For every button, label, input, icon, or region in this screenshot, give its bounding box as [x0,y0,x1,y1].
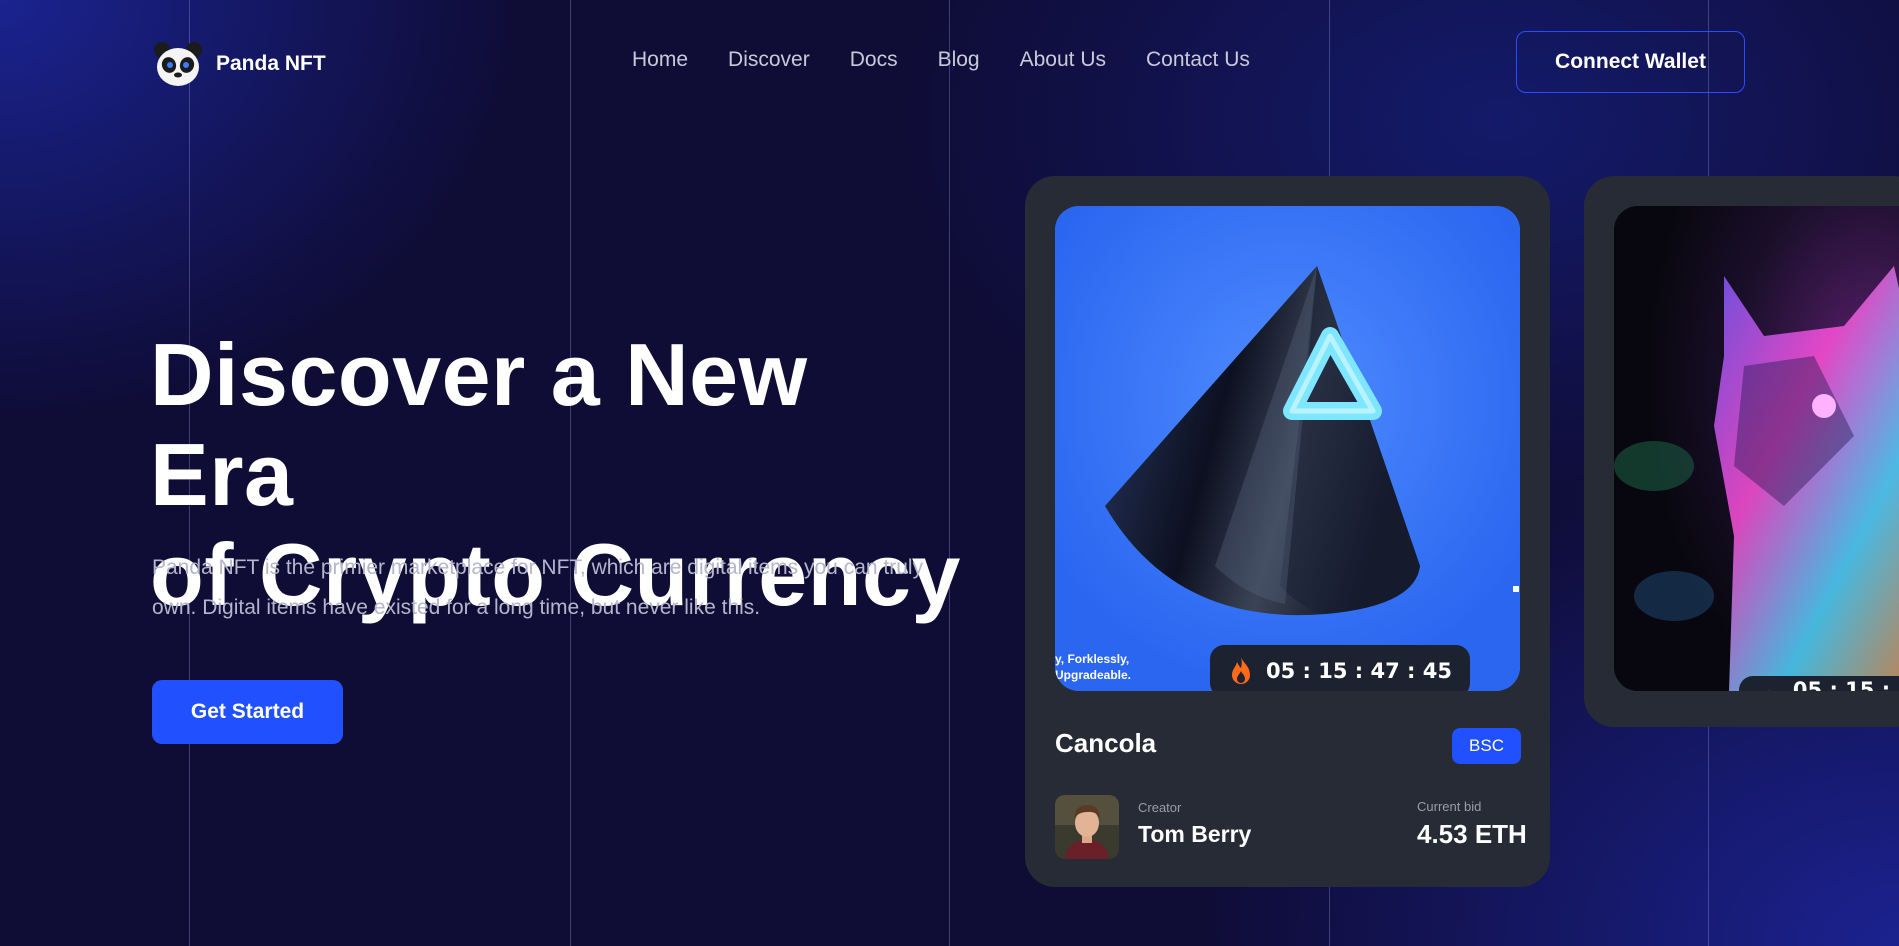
brand-name: Panda NFT [216,52,326,75]
current-bid-value: 4.53 ETH [1417,819,1527,849]
fire-icon [1232,657,1250,684]
countdown-timer: 05 : 15 : 47 [1739,676,1899,691]
artwork-caption: y, Forklessly, Upgradeable. [1055,651,1131,683]
nft-title: Cancola [1055,728,1157,758]
main-nav: Home Discover Docs Blog About Us Contact… [632,48,1250,72]
countdown-value: 05 : 15 : 47 : 45 [1266,659,1452,683]
connect-wallet-button[interactable]: Connect Wallet [1516,31,1745,93]
logo[interactable]: Panda NFT [152,40,326,88]
nav-blog[interactable]: Blog [938,48,980,72]
hero-title-line-1: Discover a New Era [150,325,808,524]
cone-artwork-image [1055,206,1520,691]
creator-avatar [1055,795,1119,859]
countdown-timer: 05 : 15 : 47 : 45 [1210,645,1470,691]
crystal-cat-artwork-image [1614,206,1899,691]
site-header: Panda NFT Home Discover Docs Blog About … [0,0,1899,126]
nav-docs[interactable]: Docs [850,48,898,72]
creator-label: Creator [1138,800,1182,815]
nav-about-us[interactable]: About Us [1020,48,1106,72]
nav-home[interactable]: Home [632,48,688,72]
nav-discover[interactable]: Discover [728,48,810,72]
hero-description: Panda NFT is the primier marketplace for… [152,556,924,619]
countdown-value: 05 : 15 : 47 [1792,678,1891,691]
nft-card[interactable]: 05 : 15 : 47 [1584,176,1899,727]
fire-icon [1768,689,1770,691]
nft-card[interactable]: y, Forklessly, Upgradeable. 05 : 15 : 47… [1025,176,1550,887]
get-started-button[interactable]: Get Started [152,680,343,744]
artwork-caption-line-1: y, Forklessly, [1055,652,1130,666]
nft-artwork: y, Forklessly, Upgradeable. 05 : 15 : 47… [1055,206,1520,691]
artwork-caption-line-2: Upgradeable. [1055,668,1132,682]
chain-badge: BSC [1452,728,1521,764]
nav-contact-us[interactable]: Contact Us [1146,48,1250,72]
panda-icon [154,42,202,86]
nft-artwork: 05 : 15 : 47 [1614,206,1899,691]
creator-name[interactable]: Tom Berry [1138,821,1251,848]
current-bid-label: Current bid [1417,799,1482,814]
